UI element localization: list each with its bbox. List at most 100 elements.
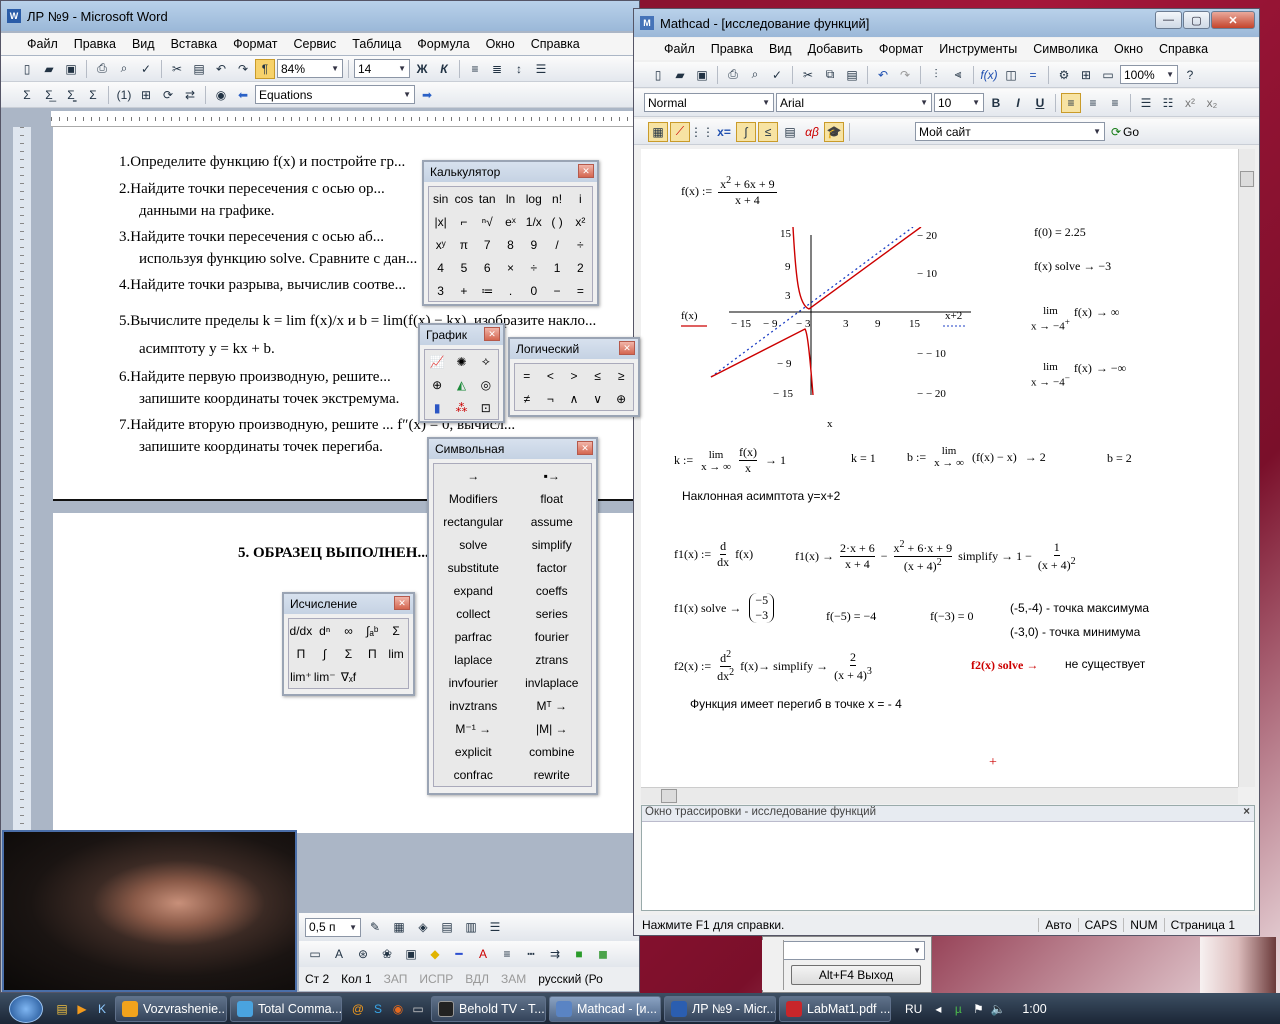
sum-icon[interactable]: Σ [17, 85, 37, 105]
calculator-key[interactable]: |x| [429, 210, 452, 233]
symbolic-palette-icon[interactable]: 🎓 [824, 121, 844, 142]
fx-solve-result[interactable]: f(x) solve → −3 [1034, 259, 1111, 274]
status-ispr[interactable]: ИСПР [419, 972, 453, 986]
calculator-key[interactable]: ÷ [569, 233, 592, 256]
mc-italic-icon[interactable]: I [1008, 93, 1028, 113]
min-note[interactable]: (-3,0) - точка минимума [1010, 625, 1140, 639]
horizontal-ruler[interactable] [51, 111, 639, 127]
calculator-key[interactable]: xʸ [429, 233, 452, 256]
status-vdl[interactable]: ВДЛ [465, 972, 489, 986]
globe-icon[interactable]: ◉ [211, 85, 231, 105]
symbolic-key[interactable]: substitute [434, 556, 513, 579]
b-limit[interactable]: b := lim x → ∞ (f(x) − x) → 2 [907, 445, 1046, 469]
symbolic-key[interactable]: ▪→ [513, 464, 592, 487]
eq-update-icon[interactable]: ⟳ [158, 85, 178, 105]
style-select[interactable]: Normal ▼ [644, 93, 774, 112]
symbolic-key[interactable]: rewrite [513, 763, 592, 786]
calculator-key[interactable]: 8 [499, 233, 522, 256]
symbolic-key[interactable]: expand [434, 579, 513, 602]
mathcad-titlebar[interactable]: M Mathcad - [исследование функций] — ▢ ✕ [634, 9, 1259, 37]
calculator-key[interactable]: / [545, 233, 568, 256]
image-icon[interactable]: ▣ [401, 944, 421, 964]
calculator-key[interactable]: i [569, 187, 592, 210]
font-select[interactable]: Arial ▼ [776, 93, 932, 112]
programming-palette-icon[interactable]: ▤ [780, 122, 800, 142]
tray-arrow-icon[interactable]: ◂ [928, 999, 948, 1019]
quicklaunch-explorer-icon[interactable]: ▤ [52, 999, 72, 1019]
boolean-key[interactable]: ∧ [562, 387, 586, 410]
mc-menu-format[interactable]: Формат [871, 42, 931, 56]
f-at-m5[interactable]: f(−5) = −4 [826, 609, 876, 624]
line-spacing-icon[interactable]: ↕ [509, 59, 529, 79]
calculator-key[interactable]: 9 [522, 233, 545, 256]
word-menu-tools[interactable]: Сервис [285, 37, 344, 51]
boolean-key[interactable]: ⊕ [609, 387, 633, 410]
mc-preview-icon[interactable]: ⌕ [745, 65, 765, 85]
symbolic-key[interactable]: combine [513, 740, 592, 763]
symbolic-key[interactable]: ztrans [513, 648, 592, 671]
boolean-key[interactable]: ≤ [586, 364, 610, 387]
symbolic-key[interactable]: M⁻¹ → [434, 717, 513, 740]
f-at-m3[interactable]: f(−3) = 0 [930, 609, 974, 624]
mc-menu-edit[interactable]: Правка [703, 42, 761, 56]
scatter-plot-icon[interactable]: ⁂ [449, 396, 473, 419]
calculator-key[interactable]: × [499, 256, 522, 279]
derivative-icon[interactable]: d/dx [289, 619, 313, 642]
calculator-key[interactable]: 3 [429, 279, 452, 302]
boolean-close-icon[interactable]: ✕ [619, 341, 635, 355]
word-menu-file[interactable]: Файл [19, 37, 66, 51]
symbolic-key[interactable]: float [513, 487, 592, 510]
limit-left-icon[interactable]: lim⁻ [313, 665, 337, 688]
vertical-ruler[interactable] [13, 127, 31, 832]
trace-close-icon[interactable]: × [1243, 806, 1250, 818]
mc-subscript-icon[interactable]: x₂ [1202, 93, 1222, 113]
calculator-key[interactable]: ÷ [522, 256, 545, 279]
go-icon[interactable]: ⟳ Go [1107, 122, 1143, 142]
calculator-key[interactable]: n! [545, 187, 568, 210]
symbolic-key[interactable]: assume [513, 510, 592, 533]
word-menu-table[interactable]: Таблица [344, 37, 409, 51]
calculator-key[interactable]: tan [476, 187, 499, 210]
word-menu-window[interactable]: Окно [478, 37, 523, 51]
eq-toggle-icon[interactable]: ⇄ [180, 85, 200, 105]
textbox-icon[interactable]: ▭ [305, 944, 325, 964]
calculus-close-icon[interactable]: ✕ [394, 596, 410, 610]
3d-icon[interactable]: ◼ [593, 944, 613, 964]
calculator-key[interactable]: 7 [476, 233, 499, 256]
video-preview[interactable] [2, 830, 297, 992]
calculator-palette[interactable]: Калькулятор ✕ sin cos tan ln log n! i |x| ⌐ ⁿ√ eˣ 1/… [422, 160, 599, 306]
symbolic-key[interactable]: invfourier [434, 671, 513, 694]
symbolic-key[interactable]: coeffs [513, 579, 592, 602]
boolean-key[interactable]: < [539, 364, 563, 387]
k-limit[interactable]: k := lim x → ∞ f(x) x → 1 [674, 445, 786, 476]
pen-icon[interactable]: ✎ [365, 917, 385, 937]
function-plot[interactable]: 15 9 3 − 9 − 15 − 15 − 9 − 3 3 9 15 − 20… [681, 227, 1011, 427]
taskbar-item-pdf[interactable]: LabMat1.pdf ... [779, 995, 891, 1022]
taskbar-item-word[interactable]: ЛР №9 - Micr... [664, 995, 776, 1022]
calculator-key[interactable]: 1/x [522, 210, 545, 233]
calculator-key[interactable]: = [569, 279, 592, 302]
mc-numbered-icon[interactable]: ☷ [1158, 93, 1178, 113]
back-arrow-icon[interactable]: ⬅ [233, 85, 253, 105]
symbolic-key[interactable]: fourier [513, 625, 592, 648]
zoom-plot-icon[interactable]: ⊡ [474, 396, 498, 419]
mc-vertical-scrollbar[interactable] [1238, 149, 1255, 787]
diagram-icon[interactable]: ⊛ [353, 944, 373, 964]
f1-solve[interactable]: f1(x) solve → −5 −3 [674, 593, 775, 623]
mc-units-icon[interactable]: ◫ [1001, 65, 1021, 85]
mc-component-icon[interactable]: ⚙ [1054, 65, 1074, 85]
boolean-palette[interactable]: Логический ✕ = < > ≤ ≥ ≠ ¬ ∧ ∨ ⊕ [508, 337, 640, 417]
tray-clock[interactable]: 1:00 [1022, 1002, 1046, 1016]
limit-right-icon[interactable]: lim⁺ [289, 665, 313, 688]
mc-menu-insert[interactable]: Добавить [800, 42, 871, 56]
b-value[interactable]: b = 2 [1107, 451, 1132, 466]
word-menu-edit[interactable]: Правка [66, 37, 124, 51]
torrent-icon[interactable]: µ [948, 999, 968, 1019]
status-zap[interactable]: ЗАП [384, 972, 408, 986]
word-font-size-select[interactable]: 14 ▼ [354, 59, 410, 78]
mc-superscript-icon[interactable]: x² [1180, 93, 1200, 113]
asymptote-note[interactable]: Наклонная асимптота y=x+2 [682, 489, 840, 503]
word-titlebar[interactable]: W ЛР №9 - Microsoft Word [1, 1, 639, 31]
sum-range-icon[interactable]: Σ [83, 85, 103, 105]
trace-window[interactable]: Окно трассировки - исследование функций … [641, 805, 1255, 911]
